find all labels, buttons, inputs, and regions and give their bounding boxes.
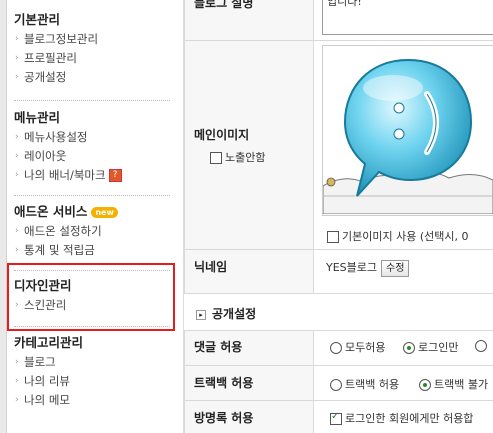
sidebar-item-banner[interactable]: › 나의 배너/북마크? — [14, 166, 174, 185]
divider — [14, 326, 170, 327]
bullet-icon: › — [15, 226, 19, 236]
row-divider — [184, 400, 493, 401]
divider — [14, 195, 170, 196]
main-image-preview[interactable] — [322, 45, 493, 216]
radio-icon[interactable] — [403, 342, 415, 354]
comments-option-login[interactable]: 로그인만 — [403, 339, 458, 355]
sidebar-item-blog[interactable]: › 블로그 — [14, 353, 174, 372]
bullet-icon: › — [15, 34, 19, 44]
section-title-basic: 기본관리 — [14, 12, 61, 27]
sidebar-item-review[interactable]: › 나의 리뷰 — [14, 372, 174, 391]
guestbook-label: 방명록 허용 — [194, 411, 254, 425]
help-icon[interactable]: ? — [108, 169, 122, 182]
row-divider — [184, 40, 493, 41]
sidebar-item-blog-info[interactable]: › 블로그정보관리 — [14, 30, 174, 49]
blog-intro-textarea[interactable]: 입니다! — [322, 0, 493, 35]
section-menu: 메뉴관리 › 메뉴사용설정 › 레이아웃 › 나의 배너/북마크? — [14, 108, 174, 185]
bullet-icon: › — [15, 53, 19, 63]
sidebar-item-profile[interactable]: › 프로필관리 — [14, 49, 174, 68]
bullet-icon: › — [15, 151, 19, 161]
radio-icon[interactable] — [330, 379, 342, 391]
hide-image-option[interactable]: 노출안함 — [210, 149, 265, 165]
divider — [14, 100, 170, 101]
comments-option-3[interactable] — [475, 339, 490, 352]
section-basic: 기본관리 › 블로그정보관리 › 프로필관리 › 공개설정 — [14, 10, 174, 87]
default-image-checkbox[interactable] — [327, 231, 339, 243]
settings-form: 블로그 설명 입니다! 메인이미지 노출안함 기본이미지 사용 (선택시, 0 … — [184, 0, 493, 433]
bullet-icon: › — [15, 376, 19, 386]
settings-sidebar: 기본관리 › 블로그정보관리 › 프로필관리 › 공개설정 메뉴관리 › 메뉴사용설정 … — [0, 0, 184, 433]
column-divider — [313, 330, 314, 433]
radio-icon[interactable] — [475, 340, 487, 352]
trackback-option-deny[interactable]: 트랙백 불가 — [419, 376, 488, 392]
section-title-addon: 애드온 서비스 new — [14, 202, 174, 222]
trackback-label: 트랙백 허용 — [194, 376, 254, 390]
sidebar-edge — [0, 0, 7, 433]
radio-icon[interactable] — [330, 342, 342, 354]
sidebar-item-addon-setup[interactable]: › 애드온 설정하기 — [14, 222, 174, 241]
highlight-box — [7, 263, 175, 331]
sidebar-item-layout[interactable]: › 레이아웃 — [14, 147, 174, 166]
section-addon: 애드온 서비스 new › 애드온 설정하기 › 통계 및 적립금 — [14, 202, 174, 260]
section-category: 카테고리관리 › 블로그 › 나의 리뷰 › 나의 메모 — [14, 333, 174, 410]
section-title-category: 카테고리관리 — [14, 335, 84, 350]
checkbox-icon[interactable] — [330, 411, 342, 425]
bullet-icon: › — [15, 72, 19, 82]
trackback-option-allow[interactable]: 트랙백 허용 — [330, 376, 399, 392]
bullet-icon: › — [15, 395, 19, 405]
bullet-icon: › — [15, 357, 19, 367]
section-arrow-icon: ▸ — [196, 309, 206, 320]
row-divider — [184, 293, 493, 294]
sidebar-item-stats[interactable]: › 통계 및 적립금 — [14, 241, 174, 260]
section-title-menu: 메뉴관리 — [14, 110, 61, 125]
comments-option-all[interactable]: 모두허용 — [330, 339, 385, 355]
public-settings-title: ▸ 공개설정 — [196, 305, 256, 322]
nickname-field: YES블로그 수정 — [326, 259, 410, 277]
default-image-option[interactable]: 기본이미지 사용 (선택시, 0 — [327, 228, 468, 244]
bullet-icon: › — [15, 132, 19, 142]
radio-icon[interactable] — [419, 379, 431, 391]
bullet-icon: › — [15, 170, 19, 180]
sidebar-item-menu-use[interactable]: › 메뉴사용설정 — [14, 128, 174, 147]
sidebar-item-public[interactable]: › 공개설정 — [14, 68, 174, 87]
sidebar-item-memo[interactable]: › 나의 메모 — [14, 391, 174, 410]
comments-label: 댓글 허용 — [194, 340, 243, 354]
edit-nickname-button[interactable]: 수정 — [381, 259, 410, 277]
row-divider — [184, 249, 493, 250]
bullet-icon: › — [15, 245, 19, 255]
hide-image-checkbox[interactable] — [210, 152, 222, 164]
speech-bubble-image — [323, 58, 493, 215]
nickname-label: 닉네임 — [194, 260, 228, 274]
main-image-label: 메인이미지 — [194, 128, 250, 142]
blog-intro-label: 블로그 설명 — [194, 0, 254, 10]
new-badge: new — [91, 207, 118, 218]
row-divider — [184, 365, 493, 366]
row-divider — [184, 330, 493, 331]
guestbook-option-login[interactable]: 로그인한 회원에게만 허용합 — [330, 410, 473, 426]
